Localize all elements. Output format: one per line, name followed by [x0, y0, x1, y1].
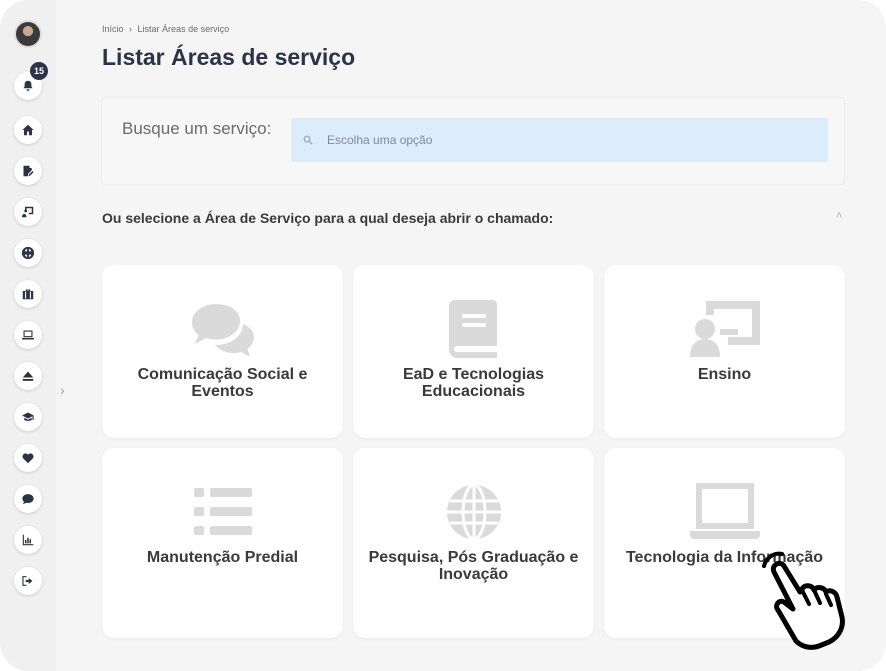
card-label: Ensino: [697, 366, 752, 383]
breadcrumb-current: Listar Áreas de serviço: [137, 24, 230, 34]
card-label: Comunicação Social e Eventos: [137, 366, 308, 400]
service-card-ensino[interactable]: Ensino: [604, 265, 845, 438]
globe-icon: [353, 482, 594, 542]
briefcase-icon[interactable]: [14, 280, 42, 308]
graduation-cap-icon[interactable]: [14, 403, 42, 431]
user-avatar[interactable]: [14, 20, 42, 48]
comment-icon[interactable]: [14, 485, 42, 513]
laptop-icon[interactable]: [14, 321, 42, 349]
collapse-chevron-icon[interactable]: ˄: [836, 210, 842, 222]
list-icon: [102, 482, 343, 542]
breadcrumb-separator: ›: [129, 24, 133, 34]
book-icon: [353, 299, 594, 359]
notification-badge: 15: [30, 62, 48, 80]
breadcrumb-home-link[interactable]: Início: [102, 24, 124, 34]
edit-document-icon[interactable]: [14, 157, 42, 185]
search-placeholder: Escolha uma opção: [327, 133, 433, 147]
search-label: Busque um serviço:: [122, 119, 272, 138]
teacher-icon: [604, 299, 845, 359]
service-card-manutencao[interactable]: Manutenção Predial: [102, 448, 343, 638]
select-prompt: Ou selecione a Área de Serviço para a qu…: [102, 210, 554, 226]
service-card-pesquisa[interactable]: Pesquisa, Pós Graduação e Inovação: [353, 448, 594, 638]
globe-icon[interactable]: [14, 239, 42, 267]
heartbeat-icon[interactable]: [14, 444, 42, 472]
service-search-select[interactable]: Escolha uma opção: [291, 118, 828, 162]
card-label: Manutenção Predial: [146, 549, 299, 566]
breadcrumb: Início › Listar Áreas de serviço: [102, 24, 232, 34]
comments-icon: [102, 299, 343, 359]
presentation-icon[interactable]: [14, 198, 42, 226]
page-title: Listar Áreas de serviço: [102, 44, 356, 70]
laptop-icon: [604, 482, 845, 542]
home-icon[interactable]: [14, 116, 42, 144]
service-card-ead[interactable]: EaD e Tecnologias Educacionais: [353, 265, 594, 438]
search-panel: Busque um serviço: Escolha uma opção: [101, 97, 845, 185]
chart-icon[interactable]: [14, 526, 42, 554]
logout-icon[interactable]: [14, 567, 42, 595]
hand-pointer-cursor-icon: [760, 550, 860, 650]
sidebar: 15: [0, 0, 56, 671]
search-icon: [303, 135, 313, 145]
app-frame: 15 › Início › Listar Áreas de serviço Li…: [0, 0, 886, 671]
card-label: EaD e Tecnologias Educacionais: [402, 366, 545, 400]
sidebar-expand-chevron-icon[interactable]: ›: [60, 382, 72, 398]
eject-icon[interactable]: [14, 362, 42, 390]
service-card-comunicacao[interactable]: Comunicação Social e Eventos: [102, 265, 343, 438]
card-label: Pesquisa, Pós Graduação e Inovação: [368, 549, 579, 583]
